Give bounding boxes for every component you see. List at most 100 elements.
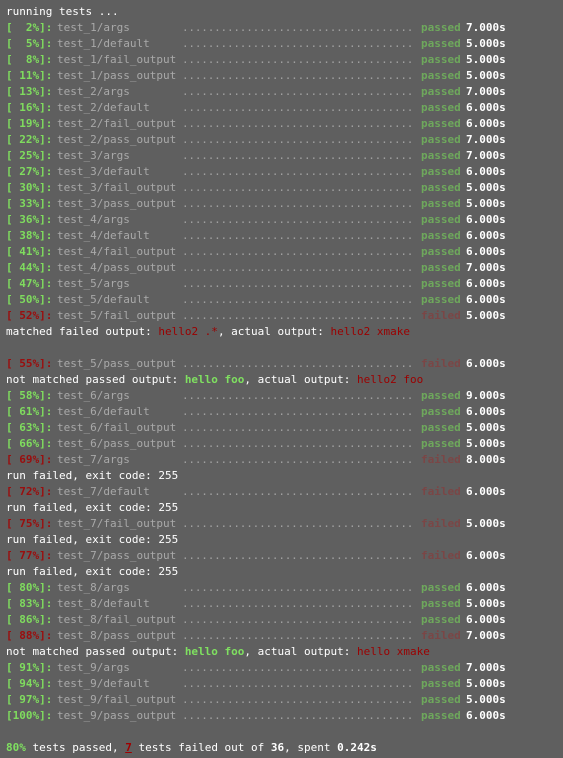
test-row: [ 22%]: test_2/pass_output...............… bbox=[0, 132, 563, 148]
test-row: [ 38%]: test_4/default...................… bbox=[0, 228, 563, 244]
test-duration: 5.000s bbox=[466, 309, 506, 322]
message-line: 80% tests passed, 7 tests failed out of … bbox=[0, 740, 563, 756]
message-segment: , actual output: bbox=[244, 373, 358, 386]
test-status: passed bbox=[421, 197, 461, 210]
test-status: passed bbox=[421, 21, 461, 34]
test-row: [ 5%]: test_1/default....................… bbox=[0, 36, 563, 52]
dot-leader: .................................... bbox=[182, 133, 413, 146]
test-row: [ 50%]: test_5/default...................… bbox=[0, 292, 563, 308]
message-segment: 7 bbox=[125, 741, 132, 754]
dot-leader: .................................... bbox=[182, 165, 413, 178]
test-progress: [100%]: bbox=[6, 709, 53, 722]
test-duration: 7.000s bbox=[466, 85, 506, 98]
test-duration: 5.000s bbox=[466, 197, 506, 210]
test-progress: [ 22%]: bbox=[6, 133, 53, 146]
test-progress: [ 5%]: bbox=[6, 37, 53, 50]
test-row: [ 47%]: test_5/args......................… bbox=[0, 276, 563, 292]
message-segment: hello2 .* bbox=[158, 325, 218, 338]
test-progress: [ 16%]: bbox=[6, 101, 53, 114]
dot-leader: .................................... bbox=[182, 613, 413, 626]
test-row: [ 44%]: test_4/pass_output...............… bbox=[0, 260, 563, 276]
test-status: failed bbox=[421, 309, 461, 322]
test-row: [ 75%]: test_7/fail_output...............… bbox=[0, 516, 563, 532]
message-text: matched failed output: hello2 .*, actual… bbox=[6, 324, 410, 340]
test-duration: 6.000s bbox=[466, 709, 506, 722]
test-progress: [ 50%]: bbox=[6, 293, 53, 306]
test-row: [ 94%]: test_9/default...................… bbox=[0, 676, 563, 692]
dot-leader: .................................... bbox=[182, 53, 413, 66]
message-segment: not matched passed output: bbox=[6, 373, 185, 386]
test-duration: 6.000s bbox=[466, 613, 506, 626]
test-duration: 5.000s bbox=[466, 421, 506, 434]
test-progress: [ 38%]: bbox=[6, 229, 53, 242]
dot-leader: .................................... bbox=[182, 293, 413, 306]
test-status: passed bbox=[421, 293, 461, 306]
test-row: [ 61%]: test_6/default...................… bbox=[0, 404, 563, 420]
test-progress: [ 11%]: bbox=[6, 69, 53, 82]
test-status: passed bbox=[421, 709, 461, 722]
dot-leader: .................................... bbox=[182, 309, 413, 322]
test-name: test_1/fail_output bbox=[57, 53, 177, 66]
test-duration: 6.000s bbox=[466, 485, 506, 498]
test-duration: 5.000s bbox=[466, 69, 506, 82]
dot-leader: .................................... bbox=[182, 149, 413, 162]
test-progress: [ 55%]: bbox=[6, 357, 53, 370]
message-segment: hello foo bbox=[184, 373, 245, 386]
message-segment: , actual output: bbox=[244, 645, 358, 658]
message-line: run failed, exit code: 255 bbox=[0, 500, 563, 516]
test-progress: [ 25%]: bbox=[6, 149, 53, 162]
test-status: passed bbox=[421, 661, 461, 674]
test-status: passed bbox=[421, 581, 461, 594]
dot-leader: .................................... bbox=[182, 213, 413, 226]
test-duration: 6.000s bbox=[466, 117, 506, 130]
test-row: [ 77%]: test_7/pass_output...............… bbox=[0, 548, 563, 564]
test-progress: [ 27%]: bbox=[6, 165, 53, 178]
dot-leader: .................................... bbox=[182, 597, 413, 610]
test-duration: 7.000s bbox=[466, 21, 506, 34]
test-name: test_6/args bbox=[57, 389, 130, 402]
test-row: [ 36%]: test_4/args......................… bbox=[0, 212, 563, 228]
test-progress: [ 44%]: bbox=[6, 261, 53, 274]
test-status: passed bbox=[421, 53, 461, 66]
test-duration: 7.000s bbox=[466, 629, 506, 642]
test-duration: 6.000s bbox=[466, 277, 506, 290]
test-name: test_5/pass_output bbox=[57, 357, 177, 370]
test-name: test_2/fail_output bbox=[57, 117, 177, 130]
dot-leader: .................................... bbox=[182, 629, 413, 642]
message-segment: hello xmake bbox=[357, 645, 430, 658]
message-segment: run failed, exit code: 255 bbox=[6, 565, 179, 578]
test-status: failed bbox=[421, 629, 461, 642]
dot-leader: .................................... bbox=[182, 437, 413, 450]
test-duration: 8.000s bbox=[466, 453, 506, 466]
test-progress: [ 19%]: bbox=[6, 117, 53, 130]
test-duration: 7.000s bbox=[466, 149, 506, 162]
test-row: [ 55%]: test_5/pass_output...............… bbox=[0, 356, 563, 372]
test-progress: [ 88%]: bbox=[6, 629, 53, 642]
test-name: test_6/pass_output bbox=[57, 437, 177, 450]
test-progress: [ 75%]: bbox=[6, 517, 53, 530]
test-name: test_7/args bbox=[57, 453, 130, 466]
test-status: passed bbox=[421, 101, 461, 114]
dot-leader: .................................... bbox=[182, 581, 413, 594]
test-name: test_6/fail_output bbox=[57, 421, 177, 434]
message-segment: 0.242s bbox=[337, 741, 377, 754]
test-name: test_8/fail_output bbox=[57, 613, 177, 626]
test-status: passed bbox=[421, 261, 461, 274]
test-progress: [ 69%]: bbox=[6, 453, 53, 466]
test-duration: 6.000s bbox=[466, 245, 506, 258]
test-progress: [ 2%]: bbox=[6, 21, 53, 34]
test-progress: [ 36%]: bbox=[6, 213, 53, 226]
dot-leader: .................................... bbox=[182, 485, 413, 498]
dot-leader: .................................... bbox=[182, 181, 413, 194]
test-row: [ 63%]: test_6/fail_output...............… bbox=[0, 420, 563, 436]
message-line: run failed, exit code: 255 bbox=[0, 532, 563, 548]
message-text: not matched passed output: hello foo, ac… bbox=[6, 372, 423, 388]
message-segment: run failed, exit code: 255 bbox=[6, 533, 179, 546]
test-name: test_3/fail_output bbox=[57, 181, 177, 194]
message-segment: matched failed output: bbox=[6, 325, 159, 338]
test-status: passed bbox=[421, 421, 461, 434]
test-status: passed bbox=[421, 213, 461, 226]
test-row: [ 86%]: test_8/fail_output...............… bbox=[0, 612, 563, 628]
test-status: failed bbox=[421, 453, 461, 466]
